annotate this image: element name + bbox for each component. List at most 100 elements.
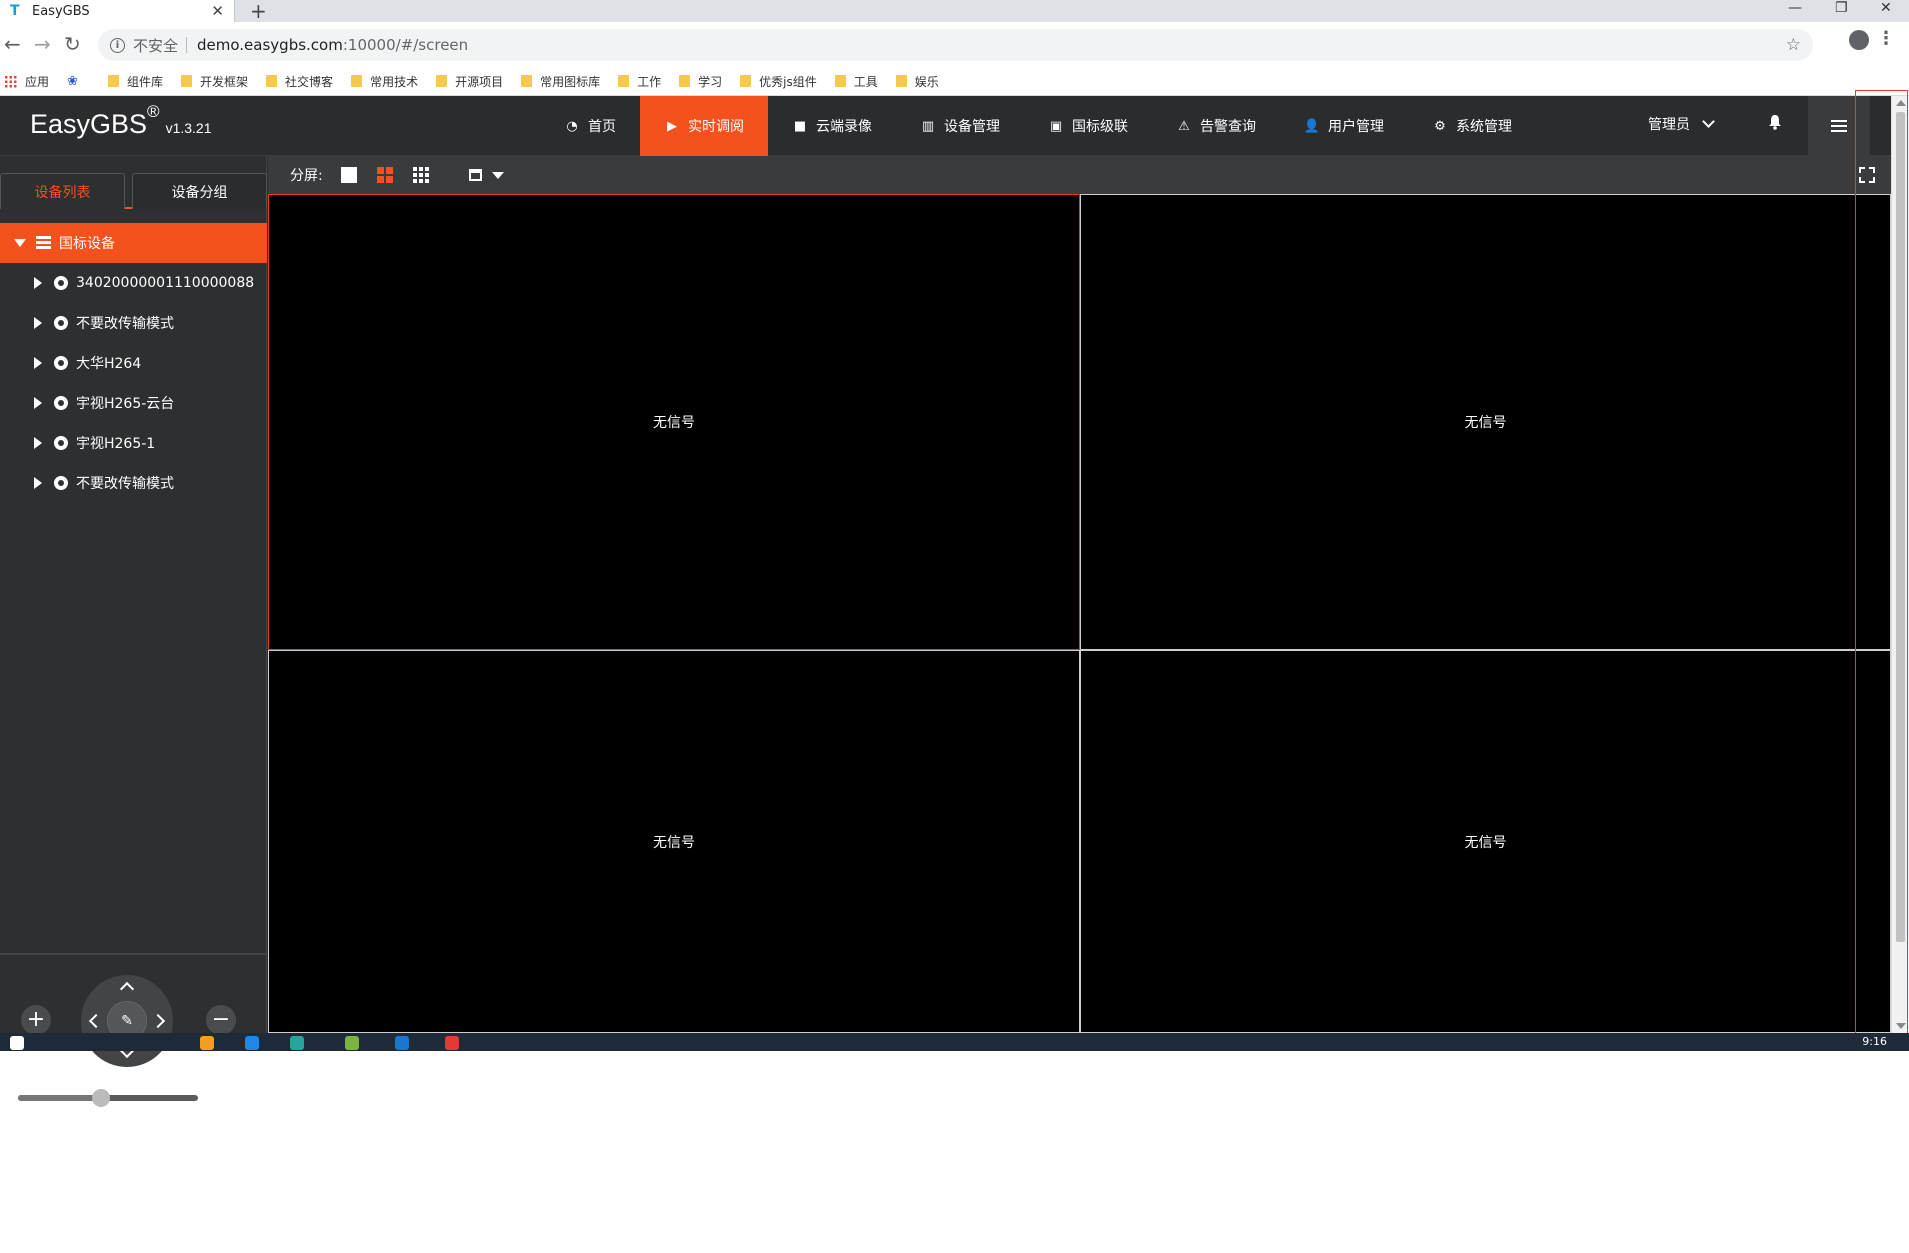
bookmark-item[interactable]: 工作 xyxy=(618,73,661,90)
nav-item[interactable]: ◔ 首页 xyxy=(540,96,640,156)
nav-item[interactable]: ⚙ 系统管理 xyxy=(1408,96,1536,156)
bell-icon[interactable] xyxy=(1768,114,1782,130)
bookmark-item[interactable]: 开源项目 xyxy=(436,73,503,90)
slider-thumb[interactable] xyxy=(91,1089,110,1107)
caret-right-icon[interactable] xyxy=(34,357,42,369)
caret-right-icon[interactable] xyxy=(34,317,42,329)
admin-user-menu[interactable]: 管理员 xyxy=(1648,114,1715,134)
tree-root-gb-devices[interactable]: 国标设备 xyxy=(0,223,267,263)
scroll-up-icon[interactable] xyxy=(1896,100,1906,106)
device-name: 不要改传输模式 xyxy=(76,316,174,332)
video-pane[interactable]: 无信号 xyxy=(268,194,1080,650)
close-tab-icon[interactable]: ✕ xyxy=(211,2,224,20)
nav-item[interactable]: ▥ 设备管理 xyxy=(896,96,1024,156)
folder-icon xyxy=(436,75,448,87)
minimize-window-icon[interactable]: — xyxy=(1788,0,1802,16)
bookmark-label: 常用技术 xyxy=(370,74,419,89)
app-logo[interactable]: EasyGBS® v1.3.21 xyxy=(30,102,212,140)
tab-device-group[interactable]: 设备分组 xyxy=(132,173,267,209)
video-pane[interactable]: 无信号 xyxy=(1080,194,1891,650)
zoom-out-button[interactable]: − xyxy=(206,1005,236,1035)
zoom-in-button[interactable]: + xyxy=(21,1005,51,1035)
browser-menu-icon[interactable]: ⋮ xyxy=(1877,28,1895,49)
nav-item[interactable]: ■ 云端录像 xyxy=(768,96,896,156)
url-omnibox[interactable]: i 不安全 demo.easygbs.com :10000/#/screen ☆ xyxy=(98,29,1813,61)
browser-tab[interactable]: T EasyGBS ✕ xyxy=(0,0,235,22)
hamburger-menu-button[interactable] xyxy=(1808,96,1870,156)
bookmark-item[interactable]: 工具 xyxy=(834,73,878,90)
bookmark-item[interactable]: 开发框架 xyxy=(181,73,248,90)
taskbar-app-icon[interactable] xyxy=(200,1036,214,1050)
paw-icon: ❀ xyxy=(67,73,78,89)
nav-item[interactable]: ⚠ 告警查询 xyxy=(1152,96,1280,156)
tab-device-list[interactable]: 设备列表 xyxy=(0,173,125,209)
taskbar-app-icon[interactable] xyxy=(290,1036,304,1050)
folder-icon xyxy=(740,75,752,87)
columns-icon: ▥ xyxy=(921,118,935,134)
video-pane[interactable]: 无信号 xyxy=(1080,650,1891,1033)
profile-avatar-icon[interactable] xyxy=(1849,30,1869,50)
nav-item[interactable]: ▶ 实时调阅 xyxy=(640,96,768,156)
ptz-up-arrow-icon[interactable] xyxy=(119,981,135,997)
chrome-taskbar-icon[interactable] xyxy=(445,1036,459,1050)
device-tree-item[interactable]: 大华H264 xyxy=(0,343,267,383)
ptz-left-arrow-icon[interactable] xyxy=(88,1013,104,1029)
device-tree-item[interactable]: 宇视H265-1 xyxy=(0,423,267,463)
address-bar-row: ← → ↻ i 不安全 demo.easygbs.com :10000/#/sc… xyxy=(0,22,1909,67)
bookmark-item[interactable]: 社交博客 xyxy=(266,73,333,90)
reload-icon[interactable]: ↻ xyxy=(64,32,81,56)
taskbar-app-icon[interactable] xyxy=(345,1036,359,1050)
fullscreen-icon[interactable] xyxy=(1859,167,1875,183)
ptz-joystick: ✎ xyxy=(81,975,173,1067)
video-pane[interactable]: 无信号 xyxy=(268,650,1080,1033)
bookmark-item[interactable]: 学习 xyxy=(679,73,722,90)
caret-right-icon[interactable] xyxy=(34,437,42,449)
ptz-speed-slider[interactable] xyxy=(18,1089,198,1107)
bookmark-star-icon[interactable]: ☆ xyxy=(1786,35,1801,55)
forward-icon[interactable]: → xyxy=(34,32,51,56)
caret-right-icon[interactable] xyxy=(34,277,42,289)
webcam-icon xyxy=(54,276,68,290)
restore-window-icon[interactable]: ❐ xyxy=(1835,0,1848,16)
ptz-right-arrow-icon[interactable] xyxy=(150,1013,166,1029)
no-signal-label: 无信号 xyxy=(653,834,695,851)
device-sidebar: 设备列表 设备分组 国标设备 34020000001110000088 不要改传输… xyxy=(0,156,267,1107)
slider-fill xyxy=(18,1095,101,1101)
taskbar-app-icon[interactable] xyxy=(395,1036,409,1050)
layout-dropdown-icon[interactable] xyxy=(491,171,504,179)
bookmark-item[interactable]: 常用图标库 xyxy=(521,73,600,90)
taskbar-app-icon[interactable] xyxy=(245,1036,259,1050)
caret-right-icon[interactable] xyxy=(34,477,42,489)
easygbs-favicon-icon: T xyxy=(10,3,20,19)
split-1-icon[interactable] xyxy=(340,167,357,183)
gear-icon: ⚙ xyxy=(1434,118,1446,134)
caret-down-icon[interactable] xyxy=(14,239,26,247)
bookmark-item[interactable]: 应用 xyxy=(4,73,49,90)
site-info-icon[interactable]: i xyxy=(110,37,125,53)
device-tree-item[interactable]: 34020000001110000088 xyxy=(0,263,267,303)
back-icon[interactable]: ← xyxy=(4,32,21,56)
page-scrollbar[interactable] xyxy=(1891,96,1909,1033)
layout-icon[interactable] xyxy=(468,169,482,181)
device-tree-item[interactable]: 不要改传输模式 xyxy=(0,463,267,503)
nav-item[interactable]: ▣ 国标级联 xyxy=(1024,96,1152,156)
new-tab-button[interactable]: + xyxy=(250,0,267,23)
caret-right-icon[interactable] xyxy=(34,397,42,409)
scroll-thumb[interactable] xyxy=(1896,112,1905,942)
tab-title: EasyGBS xyxy=(32,3,90,19)
bookmark-item[interactable]: 常用技术 xyxy=(351,73,418,90)
windows-start-icon[interactable] xyxy=(10,1036,24,1050)
bookmark-item[interactable]: 组件库 xyxy=(108,73,163,90)
bookmark-item[interactable]: 娱乐 xyxy=(895,73,939,90)
webcam-icon xyxy=(54,396,68,410)
browser-tab-strip: T EasyGBS ✕ + — ❐ ✕ xyxy=(0,0,1909,23)
nav-item[interactable]: 👤 用户管理 xyxy=(1280,96,1408,156)
split-4-icon[interactable] xyxy=(376,167,393,183)
bookmark-item[interactable]: ❀ xyxy=(67,75,90,88)
bookmark-item[interactable]: 优秀js组件 xyxy=(740,73,817,90)
close-window-icon[interactable]: ✕ xyxy=(1880,0,1892,16)
split-9-icon[interactable] xyxy=(412,167,429,183)
device-tree-item[interactable]: 宇视H265-云台 xyxy=(0,383,267,423)
scroll-down-icon[interactable] xyxy=(1896,1023,1906,1029)
device-tree-item[interactable]: 不要改传输模式 xyxy=(0,303,267,343)
